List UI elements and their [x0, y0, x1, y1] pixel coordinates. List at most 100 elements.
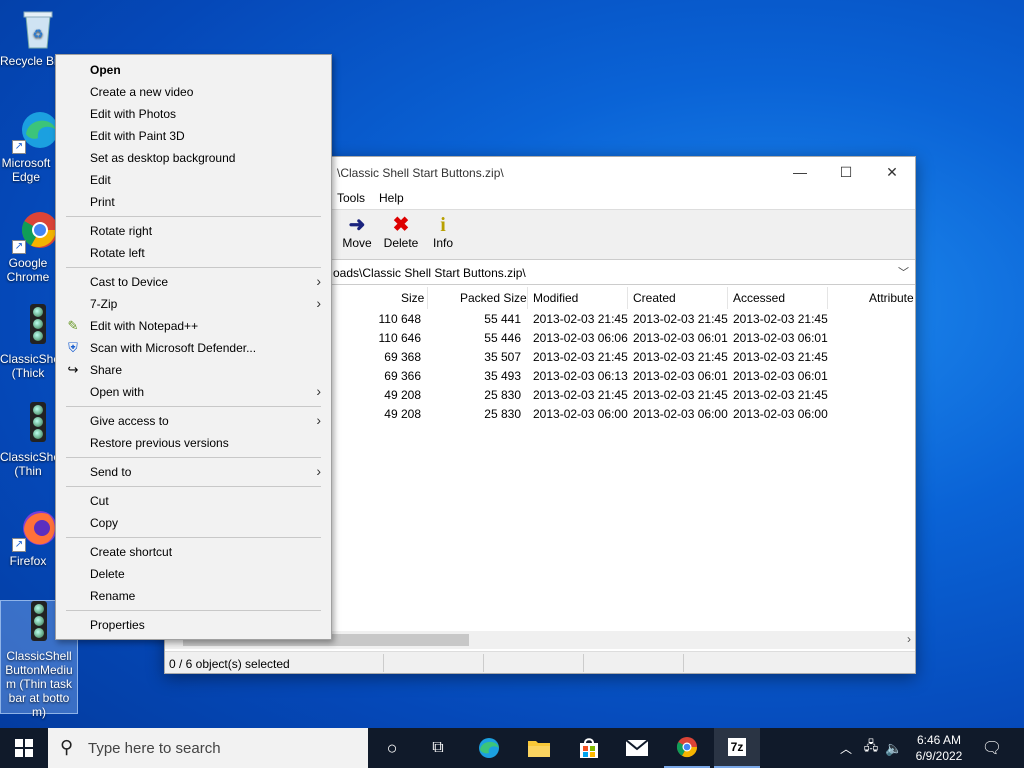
menu-item-create-video[interactable]: Create a new video — [56, 81, 331, 103]
move-button[interactable]: ➜ Move — [335, 214, 379, 250]
taskbar-clock[interactable]: 6:46 AM 6/9/2022 — [904, 732, 974, 764]
menu-item-label: Set as desktop background — [90, 151, 236, 165]
cell-accessed: 2013-02-03 06:01 — [733, 331, 828, 345]
col-packed-size[interactable]: Packed Size — [460, 291, 527, 305]
shortcut-arrow-icon: ↗ — [12, 538, 26, 552]
col-modified[interactable]: Modified — [533, 291, 578, 305]
taskbar-store[interactable] — [566, 728, 612, 768]
cell-size: 110 648 — [378, 312, 422, 326]
cell-created: 2013-02-03 21:45 — [633, 350, 728, 364]
menu-item-restore-versions[interactable]: Restore previous versions — [56, 432, 331, 454]
shortcut-arrow-icon: ↗ — [12, 240, 26, 254]
chevron-right-icon: › — [316, 412, 321, 428]
menu-item-rename[interactable]: Rename — [56, 585, 331, 607]
chevron-right-icon[interactable]: › — [907, 632, 911, 646]
cortana-button[interactable]: ○ — [370, 728, 414, 768]
network-tray-icon[interactable]: 🖧 — [860, 728, 882, 768]
menu-item-edit-photos[interactable]: Edit with Photos — [56, 103, 331, 125]
menu-item-delete[interactable]: Delete — [56, 563, 331, 585]
cell-packed: 25 830 — [484, 388, 521, 402]
menu-item-label: Copy — [90, 516, 119, 530]
start-button[interactable] — [0, 728, 48, 768]
menu-separator — [66, 267, 321, 268]
cell-created: 2013-02-03 21:45 — [633, 388, 728, 402]
menu-separator — [66, 406, 321, 407]
notifications-button[interactable]: 🗨 — [978, 728, 1006, 768]
menu-item-rotate-left[interactable]: Rotate left — [56, 242, 331, 264]
minimize-button[interactable]: — — [777, 157, 823, 187]
menu-item-properties[interactable]: Properties — [56, 614, 331, 636]
task-view-button[interactable]: ⧉ — [416, 728, 460, 768]
cell-packed: 55 441 — [484, 312, 521, 326]
cell-size: 69 368 — [384, 350, 421, 364]
menu-separator — [66, 457, 321, 458]
menu-item-open[interactable]: Open — [56, 59, 331, 81]
col-accessed[interactable]: Accessed — [733, 291, 785, 305]
cell-size: 49 208 — [384, 407, 421, 421]
menu-item-cast-to-device[interactable]: Cast to Device › — [56, 271, 331, 293]
volume-tray-icon[interactable]: 🔈 — [884, 728, 904, 768]
chevron-right-icon: › — [316, 273, 321, 289]
menu-item-edit[interactable]: Edit — [56, 169, 331, 191]
chevron-right-icon: › — [316, 383, 321, 399]
menu-item-label: Print — [90, 195, 115, 209]
taskbar-7zip[interactable]: 7z — [714, 728, 760, 768]
taskbar-search[interactable]: ⚲ Type here to search — [48, 728, 368, 768]
menu-separator — [66, 216, 321, 217]
menu-help[interactable]: Help — [379, 191, 404, 205]
taskbar-mail[interactable] — [614, 728, 660, 768]
menu-item-label: Edit with Photos — [90, 107, 177, 121]
cell-size: 110 646 — [378, 331, 422, 345]
menu-item-edit-paint3d[interactable]: Edit with Paint 3D — [56, 125, 331, 147]
menu-item-rotate-right[interactable]: Rotate right — [56, 220, 331, 242]
menu-item-label: Give access to — [90, 414, 169, 428]
taskbar-chrome[interactable] — [664, 728, 710, 768]
menu-item-give-access[interactable]: Give access to › — [56, 410, 331, 432]
menu-item-set-background[interactable]: Set as desktop background — [56, 147, 331, 169]
shortcut-arrow-icon: ↗ — [12, 140, 26, 154]
close-button[interactable]: ✕ — [869, 157, 915, 187]
col-created[interactable]: Created — [633, 291, 676, 305]
menu-item-label: Rotate right — [90, 224, 153, 238]
menu-item-open-with[interactable]: Open with › — [56, 381, 331, 403]
menu-item-copy[interactable]: Copy — [56, 512, 331, 534]
menu-item-create-shortcut[interactable]: Create shortcut — [56, 541, 331, 563]
chevron-right-icon: › — [316, 295, 321, 311]
menu-item-defender-scan[interactable]: ⛨ Scan with Microsoft Defender... — [56, 337, 331, 359]
store-bag-icon — [580, 738, 598, 758]
notepad-plus-plus-icon: ✎ — [67, 318, 79, 333]
menu-item-label: Edit with Notepad++ — [90, 319, 199, 333]
desktop-icon-label: Recycle Bin — [0, 54, 56, 68]
menu-item-label: Edit — [90, 173, 111, 187]
menu-item-send-to[interactable]: Send to › — [56, 461, 331, 483]
context-menu: Open Create a new video Edit with Photos… — [55, 54, 332, 640]
info-button[interactable]: i Info — [421, 214, 465, 250]
chevron-down-icon[interactable]: ﹀ — [898, 264, 909, 280]
move-label: Move — [342, 236, 372, 250]
taskbar-edge[interactable] — [466, 728, 512, 768]
menu-item-print[interactable]: Print — [56, 191, 331, 213]
menu-item-label: Open — [90, 63, 121, 77]
menu-item-share[interactable]: ↪ Share — [56, 359, 331, 381]
col-attributes[interactable]: Attribute — [869, 291, 914, 305]
mail-icon — [625, 739, 649, 756]
desktop-icon-label: Microsoft Edge — [1, 156, 51, 184]
delete-button[interactable]: ✖ Delete — [379, 214, 423, 250]
cell-accessed: 2013-02-03 21:45 — [733, 312, 828, 326]
col-size[interactable]: Size — [401, 291, 424, 305]
cell-created: 2013-02-03 21:45 — [633, 312, 728, 326]
desktop-icon-label: ClassicShell (Thin taskbar) — [0, 450, 56, 478]
menu-tools[interactable]: Tools — [337, 191, 365, 205]
menu-item-label: Properties — [90, 618, 145, 632]
clock-time: 6:46 AM — [916, 733, 962, 747]
menu-item-label: Create a new video — [90, 85, 194, 99]
taskbar-file-explorer[interactable] — [516, 728, 562, 768]
show-hidden-icons-button[interactable]: ︿ — [836, 728, 856, 768]
chrome-icon: ↗ — [12, 208, 60, 254]
menu-item-cut[interactable]: Cut — [56, 490, 331, 512]
maximize-button[interactable]: ☐ — [823, 157, 869, 187]
defender-shield-icon: ⛨ — [68, 340, 78, 355]
cell-modified: 2013-02-03 21:45 — [533, 350, 628, 364]
menu-item-notepadpp[interactable]: ✎ Edit with Notepad++ — [56, 315, 331, 337]
menu-item-7zip[interactable]: 7-Zip › — [56, 293, 331, 315]
